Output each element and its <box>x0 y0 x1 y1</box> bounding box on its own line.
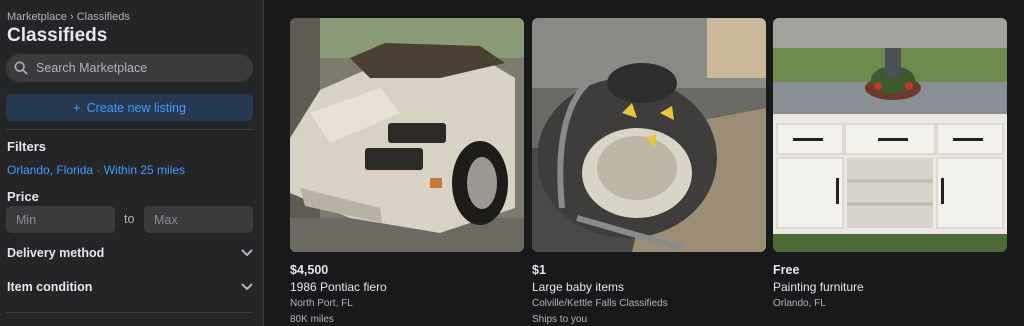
listing-price: Free <box>773 263 800 277</box>
delivery-method-label: Delivery method <box>7 246 105 260</box>
divider <box>6 312 253 313</box>
listing-card[interactable]: Free Painting furniture Orlando, FL <box>773 18 1007 309</box>
listing-location: Orlando, FL <box>773 298 826 309</box>
sidebar: Marketplace › Classifieds Classifieds + … <box>0 0 264 326</box>
listing-title: 1986 Pontiac fiero <box>290 280 387 294</box>
item-condition-label: Item condition <box>7 280 93 294</box>
listing-mileage: 80K miles <box>290 314 334 325</box>
create-listing-label: Create new listing <box>86 100 186 115</box>
chevron-down-icon <box>241 283 253 290</box>
location-filter-link[interactable]: Orlando, Florida · Within 25 miles <box>7 163 185 177</box>
listing-location: North Port, FL <box>290 298 353 309</box>
divider <box>6 129 253 130</box>
listing-price: $1 <box>532 263 546 277</box>
create-listing-button[interactable]: + Create new listing <box>6 94 253 121</box>
min-price-input[interactable] <box>6 206 115 233</box>
listing-card[interactable]: $4,500 1986 Pontiac fiero North Port, FL… <box>290 18 524 325</box>
search-bar[interactable] <box>6 54 253 82</box>
listing-photo-car[interactable] <box>290 18 524 252</box>
page-title: Classifieds <box>7 25 108 46</box>
breadcrumb[interactable]: Marketplace › Classifieds <box>7 11 130 23</box>
listing-shipping: Ships to you <box>532 314 588 325</box>
search-input[interactable] <box>34 60 238 76</box>
item-condition-filter[interactable]: Item condition <box>7 277 253 297</box>
plus-icon: + <box>73 100 81 115</box>
listing-photo-furniture[interactable] <box>773 18 1007 252</box>
listing-price: $4,500 <box>290 263 329 277</box>
listings-grid: $4,500 1986 Pontiac fiero North Port, FL… <box>265 0 1024 326</box>
max-price-input[interactable] <box>144 206 253 233</box>
to-label: to <box>124 212 135 226</box>
filters-heading: Filters <box>7 139 47 154</box>
chevron-down-icon <box>241 249 253 256</box>
listing-photo-baby-swing[interactable] <box>532 18 766 252</box>
listing-card[interactable]: $1 Large baby items Colville/Kettle Fall… <box>532 18 766 325</box>
listing-title: Painting furniture <box>773 280 864 294</box>
price-heading: Price <box>7 189 39 204</box>
listing-location: Colville/Kettle Falls Classifieds <box>532 298 668 309</box>
listing-title: Large baby items <box>532 280 625 294</box>
search-icon <box>14 61 28 75</box>
delivery-method-filter[interactable]: Delivery method <box>7 243 253 263</box>
